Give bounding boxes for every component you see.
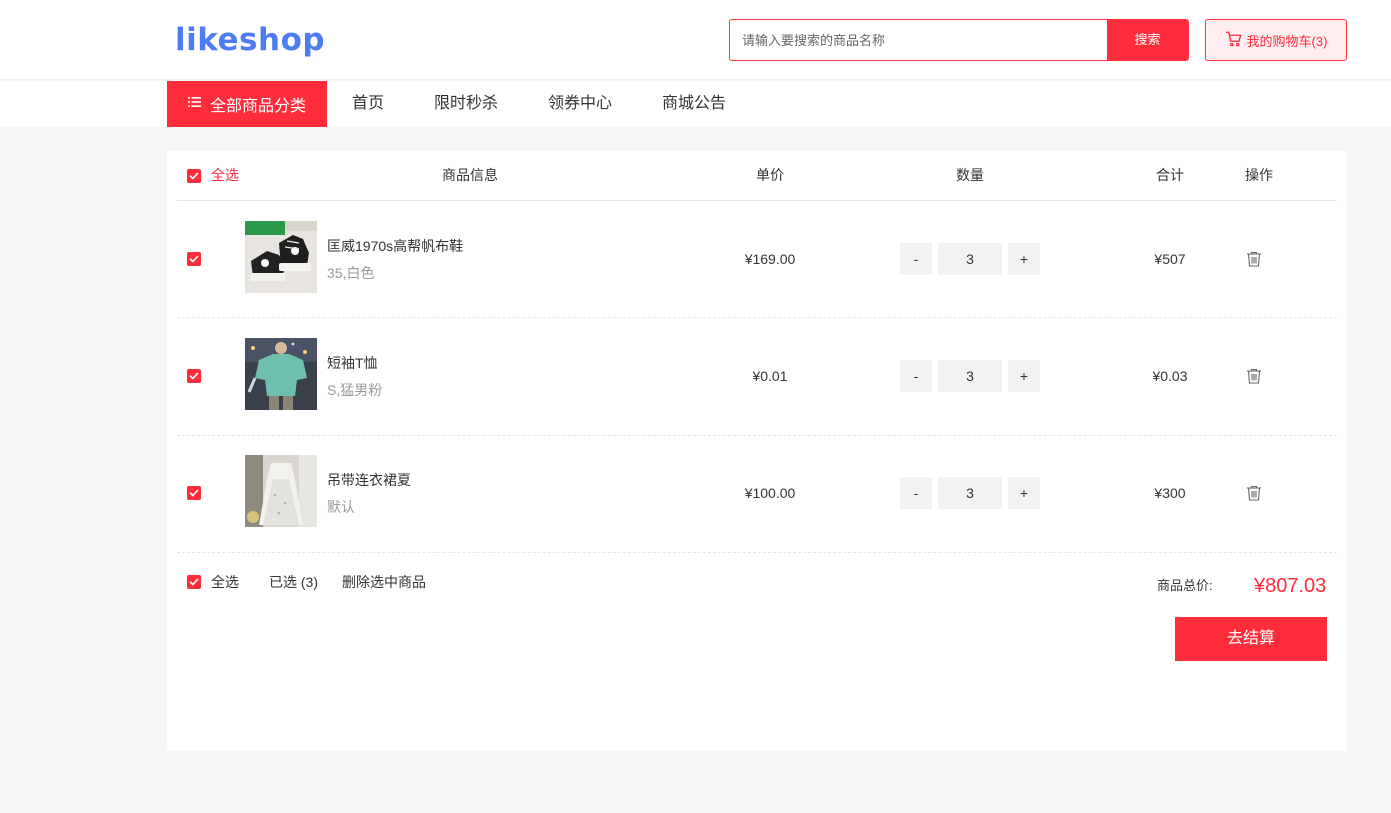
total-price-value: ¥807.03 [1254,575,1327,597]
footer-select-all-checkbox[interactable] [187,575,201,589]
header-action: 操作 [1245,167,1273,183]
item-checkbox[interactable] [187,369,201,383]
cart-panel: 全选 商品信息 单价 数量 合计 操作 匡威1970s高帮帆布鞋 35,白色 ¥… [167,151,1347,751]
product-name[interactable]: 吊带连衣裙夏 [327,471,411,489]
trash-icon[interactable] [1245,484,1263,502]
trash-icon[interactable] [1245,367,1263,385]
header-subtotal: 合计 [1156,167,1184,183]
row-divider [177,552,1337,553]
all-categories-button[interactable]: 全部商品分类 [167,81,327,127]
quantity-decrease-button[interactable]: - [900,477,932,509]
unit-price: ¥100.00 [744,485,796,501]
cart-item-row: 匡威1970s高帮帆布鞋 35,白色 ¥169.00 - 3 + ¥507 [167,201,1347,318]
cart-icon [1225,30,1243,51]
quantity-input[interactable]: 3 [938,477,1002,509]
header-unit-price: 单价 [756,167,784,183]
nav-item-announcements[interactable]: 商城公告 [662,81,726,127]
quantity-decrease-button[interactable]: - [900,360,932,392]
search-input[interactable] [730,20,1108,60]
cart-item-row: 吊带连衣裙夏 默认 ¥100.00 - 3 + ¥300 [167,435,1347,552]
select-all-label[interactable]: 全选 [211,167,239,183]
quantity-increase-button[interactable]: + [1008,360,1040,392]
quantity-input[interactable]: 3 [938,360,1002,392]
quantity-input[interactable]: 3 [938,243,1002,275]
my-cart-label: 我的购物车(3) [1246,33,1328,49]
search-button[interactable]: 搜索 [1107,20,1188,60]
menu-icon [187,95,202,114]
nav-item-home[interactable]: 首页 [352,81,384,127]
header-product-info: 商品信息 [442,167,498,183]
header-quantity: 数量 [956,167,984,183]
product-name[interactable]: 短袖T恤 [327,354,378,372]
quantity-increase-button[interactable]: + [1008,243,1040,275]
item-subtotal: ¥0.03 [1152,368,1188,384]
nav-item-flash-sale[interactable]: 限时秒杀 [434,81,498,127]
checkout-button[interactable]: 去结算 [1175,617,1327,661]
item-checkbox[interactable] [187,486,201,500]
trash-icon[interactable] [1245,250,1263,268]
product-name[interactable]: 匡威1970s高帮帆布鞋 [327,237,463,255]
product-spec: 35,白色 [327,265,375,281]
my-cart-button[interactable]: 我的购物车(3) [1205,19,1347,61]
select-all-checkbox[interactable] [187,169,201,183]
unit-price: ¥0.01 [752,368,788,384]
product-image-tshirt[interactable] [245,338,317,410]
product-spec: S,猛男粉 [327,382,383,398]
footer-select-all-label[interactable]: 全选 [211,574,239,590]
site-logo[interactable]: likeshop [175,20,325,60]
search-bar: 搜索 [729,19,1189,61]
delete-selected-button[interactable]: 删除选中商品 [342,574,426,590]
site-header: likeshop 搜索 我的购物车(3) [0,0,1391,80]
product-image-sneaker[interactable] [245,221,317,293]
unit-price: ¥169.00 [744,251,796,267]
quantity-increase-button[interactable]: + [1008,477,1040,509]
item-checkbox[interactable] [187,252,201,266]
nav-item-coupon-center[interactable]: 领券中心 [548,81,612,127]
item-subtotal: ¥507 [1154,251,1186,267]
product-spec: 默认 [327,499,355,515]
total-price-label: 商品总价: [1157,578,1213,593]
product-image-dress[interactable] [245,455,317,527]
main-nav: 全部商品分类 首页 限时秒杀 领券中心 商城公告 [0,81,1391,127]
item-subtotal: ¥300 [1154,485,1186,501]
selected-count: 已选 (3) [269,574,318,590]
quantity-decrease-button[interactable]: - [900,243,932,275]
cart-item-row: 短袖T恤 S,猛男粉 ¥0.01 - 3 + ¥0.03 [167,318,1347,435]
all-categories-label: 全部商品分类 [209,98,306,115]
